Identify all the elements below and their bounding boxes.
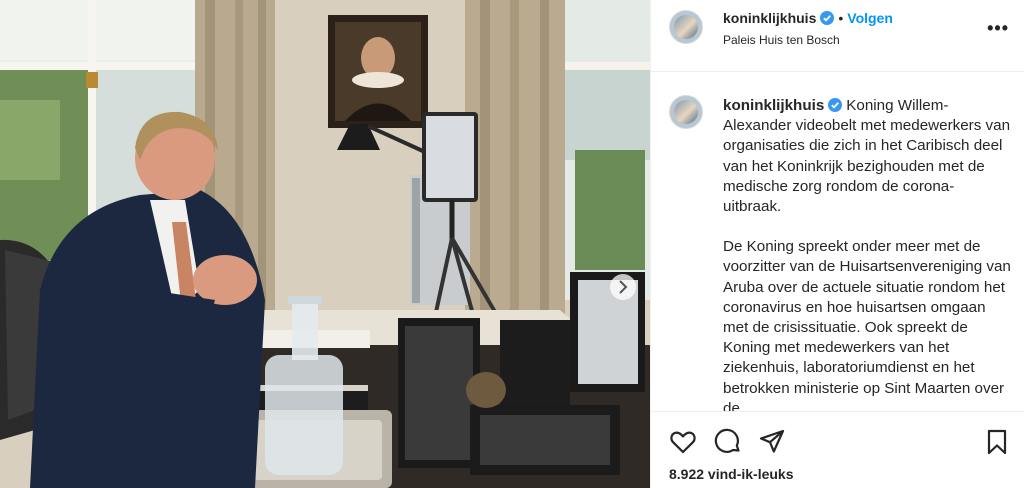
likes-count[interactable]: 8.922 vind-ik-leuks (669, 466, 794, 482)
bookmark-icon[interactable] (983, 428, 1011, 456)
send-icon[interactable] (758, 428, 786, 456)
caption-avatar[interactable] (669, 95, 703, 129)
location-link[interactable]: Paleis Huis ten Bosch (723, 33, 840, 47)
separator-dot: • (838, 10, 844, 26)
caption-username-link[interactable]: koninklijkhuis (723, 97, 824, 114)
office-scene-image (0, 0, 650, 488)
caption-area: koninklijkhuis Koning Willem-Alexander vi… (651, 73, 1024, 411)
caption-paragraph-1: Koning Willem-Alexander videobelt met me… (723, 97, 1011, 216)
avatar[interactable] (669, 10, 703, 44)
action-bar: 8.922 vind-ik-leuks (651, 411, 1024, 488)
user-row: koninklijkhuis • Volgen (723, 10, 893, 26)
username-link[interactable]: koninklijkhuis (723, 10, 816, 26)
more-options-icon[interactable]: ••• (987, 18, 1009, 39)
chevron-right-icon (619, 280, 628, 294)
verified-badge-icon (820, 11, 835, 25)
carousel-next-button[interactable] (610, 274, 636, 300)
comment-icon[interactable] (714, 428, 742, 456)
caption-paragraph-2: De Koning spreekt onder meer met de voor… (723, 238, 1011, 411)
verified-badge-icon (828, 98, 843, 112)
caption-text: koninklijkhuis Koning Willem-Alexander vi… (723, 96, 1011, 411)
heart-icon[interactable] (669, 428, 697, 456)
follow-button[interactable]: Volgen (847, 10, 893, 26)
post-header: koninklijkhuis • Volgen Paleis Huis ten … (651, 0, 1024, 72)
post-details-panel: koninklijkhuis • Volgen Paleis Huis ten … (650, 0, 1024, 488)
post-photo[interactable] (0, 0, 650, 488)
